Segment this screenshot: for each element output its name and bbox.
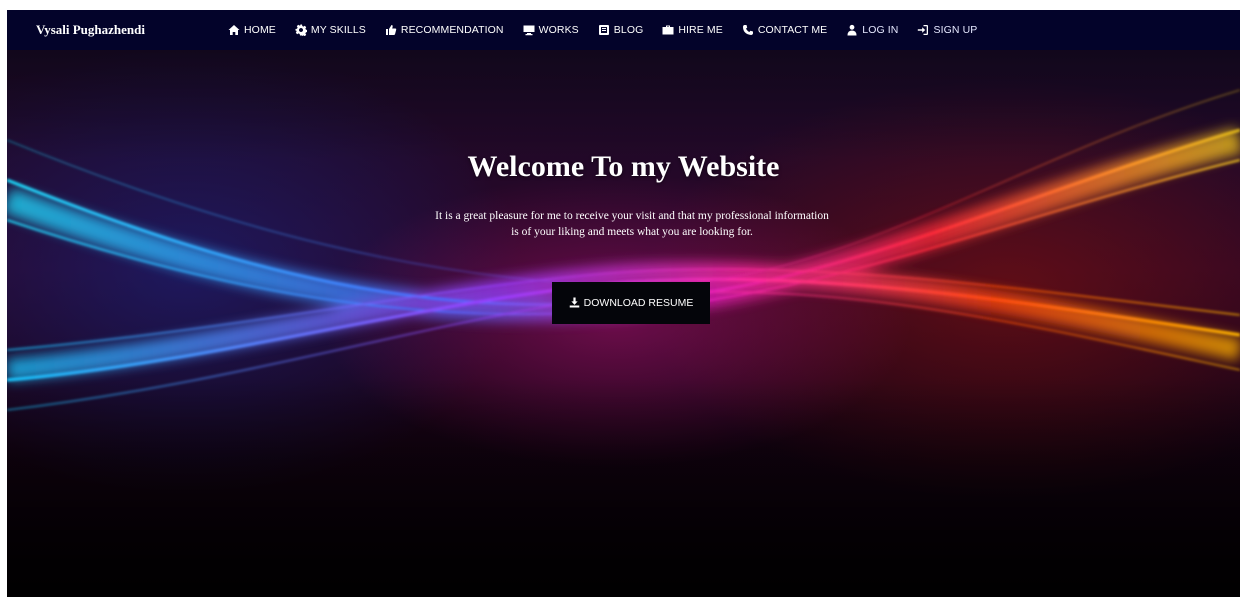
nav-item-works[interactable]: WORKS xyxy=(523,24,579,36)
hero-subtitle-line: It is a great pleasure for me to receive… xyxy=(435,210,829,222)
nav-label: WORKS xyxy=(538,24,579,36)
hero-section: Welcome To my Website It is a great plea… xyxy=(7,50,1240,597)
nav-item-home[interactable]: HOME xyxy=(228,24,276,36)
download-icon xyxy=(569,297,581,309)
nav-label: SIGN UP xyxy=(933,24,978,36)
thumbs-up-icon xyxy=(385,24,398,36)
nav-item-contact-me[interactable]: CONTACT ME xyxy=(742,24,827,36)
briefcase-icon xyxy=(662,24,675,36)
nav-label: HOME xyxy=(244,24,276,36)
page-frame: Vysali Pughazhendi HOME MY SKILLS RECOMM… xyxy=(7,10,1240,597)
nav-item-recommendation[interactable]: RECOMMENDATION xyxy=(385,24,504,36)
gear-icon xyxy=(295,24,308,36)
nav-label: CONTACT ME xyxy=(757,24,828,36)
nav-label: RECOMMENDATION xyxy=(400,24,504,36)
nav-label: LOG IN xyxy=(862,24,899,36)
download-resume-label: DOWNLOAD RESUME xyxy=(583,297,694,309)
hero-title: Welcome To my Website xyxy=(467,150,780,183)
nav-item-blog[interactable]: BLOG xyxy=(598,24,644,36)
nav-item-log-in[interactable]: LOG IN xyxy=(846,24,898,36)
sign-in-icon xyxy=(917,24,930,36)
hero-subtitle: It is a great pleasure for me to receive… xyxy=(402,208,862,240)
nav-label: HIRE ME xyxy=(678,24,723,36)
nav-label: BLOG xyxy=(613,24,644,36)
user-icon xyxy=(846,24,859,36)
nav-label: MY SKILLS xyxy=(310,24,366,36)
hero-subtitle-line: is of your liking and meets what you are… xyxy=(511,226,753,238)
blog-icon xyxy=(598,24,611,36)
home-icon xyxy=(228,24,241,36)
nav-menu: HOME MY SKILLS RECOMMENDATION WORKS BLOG… xyxy=(228,24,996,36)
brand-name[interactable]: Vysali Pughazhendi xyxy=(36,22,228,38)
download-resume-button[interactable]: DOWNLOAD RESUME xyxy=(552,282,710,324)
nav-item-sign-up[interactable]: SIGN UP xyxy=(917,24,977,36)
top-navbar: Vysali Pughazhendi HOME MY SKILLS RECOMM… xyxy=(7,10,1240,50)
nav-item-hire-me[interactable]: HIRE ME xyxy=(662,24,723,36)
nav-item-my-skills[interactable]: MY SKILLS xyxy=(295,24,366,36)
monitor-icon xyxy=(523,24,536,36)
phone-icon xyxy=(742,24,755,36)
